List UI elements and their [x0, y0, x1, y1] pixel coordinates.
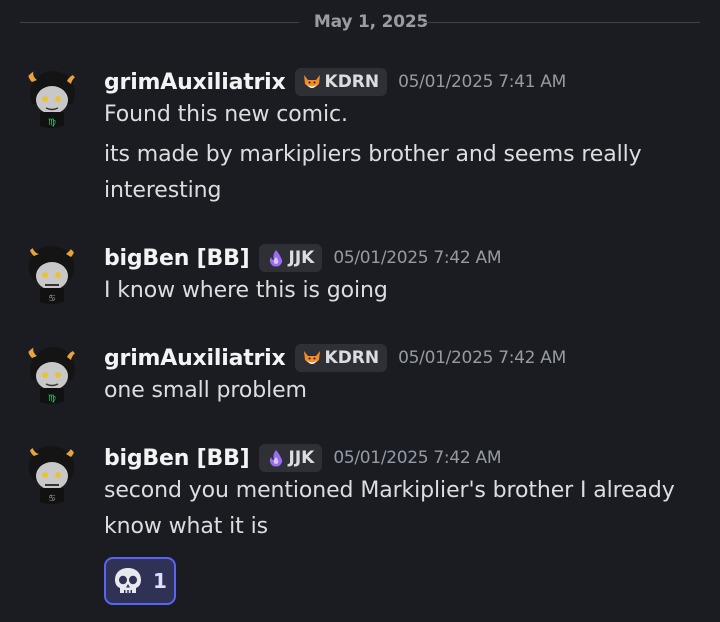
- server-tag-label: JJK: [288, 448, 315, 468]
- server-tag[interactable]: JJK: [258, 244, 323, 272]
- server-tag[interactable]: KDRN: [294, 68, 388, 96]
- message-header: bigBen [BB] JJK 05/01/2025 7:42 AM: [104, 443, 502, 473]
- username[interactable]: grimAuxiliatrix: [104, 70, 286, 95]
- svg-text:♋: ♋: [48, 494, 56, 504]
- kanaya-avatar-icon: ♍: [20, 342, 82, 404]
- avatar[interactable]: ♍: [20, 66, 82, 128]
- avatar[interactable]: ♋: [20, 442, 82, 504]
- reaction-button[interactable]: 1: [104, 557, 176, 605]
- avatar[interactable]: ♋: [20, 242, 82, 304]
- timestamp[interactable]: 05/01/2025 7:42 AM: [398, 348, 566, 368]
- divider-line-right: [422, 22, 700, 23]
- fox-icon: [303, 351, 320, 364]
- avatar[interactable]: ♍: [20, 342, 82, 404]
- message-text: Found this new comic.: [104, 102, 348, 127]
- message-text: I know where this is going: [104, 278, 388, 303]
- message-header: grimAuxiliatrix KDRN 05/01/2025 7:41 AM: [104, 67, 566, 97]
- message-text: its made by markipliers brother and seem…: [104, 142, 642, 203]
- message-text: second you mentioned Markiplier's brothe…: [104, 478, 675, 539]
- username[interactable]: bigBen [BB]: [104, 446, 250, 471]
- server-tag-label: KDRN: [324, 348, 380, 368]
- date-divider: May 1, 2025: [20, 10, 700, 34]
- server-tag[interactable]: KDRN: [294, 344, 388, 372]
- timestamp[interactable]: 05/01/2025 7:42 AM: [333, 448, 501, 468]
- fox-icon: [303, 75, 320, 88]
- message-header: grimAuxiliatrix KDRN 05/01/2025 7:42 AM: [104, 343, 566, 373]
- reaction-count: 1: [153, 569, 167, 593]
- kanaya-avatar-icon: ♍: [20, 66, 82, 128]
- karkat-avatar-icon: ♋: [20, 242, 82, 304]
- date-divider-label: May 1, 2025: [313, 12, 429, 32]
- username[interactable]: grimAuxiliatrix: [104, 346, 286, 371]
- server-tag[interactable]: JJK: [258, 444, 323, 472]
- svg-text:♍: ♍: [48, 394, 56, 404]
- timestamp[interactable]: 05/01/2025 7:41 AM: [398, 72, 566, 92]
- divider-line-left: [20, 22, 299, 23]
- message-header: bigBen [BB] JJK 05/01/2025 7:42 AM: [104, 243, 502, 273]
- server-tag-label: KDRN: [324, 72, 380, 92]
- skull-icon: [115, 568, 142, 593]
- svg-text:♋: ♋: [48, 294, 56, 304]
- timestamp[interactable]: 05/01/2025 7:42 AM: [333, 248, 501, 268]
- server-tag-label: JJK: [288, 248, 315, 268]
- karkat-avatar-icon: ♋: [20, 442, 82, 504]
- username[interactable]: bigBen [BB]: [104, 246, 250, 271]
- svg-text:♍: ♍: [48, 118, 56, 128]
- purple-flame-icon: [269, 450, 282, 467]
- purple-flame-icon: [269, 250, 282, 267]
- message-text: one small problem: [104, 378, 307, 403]
